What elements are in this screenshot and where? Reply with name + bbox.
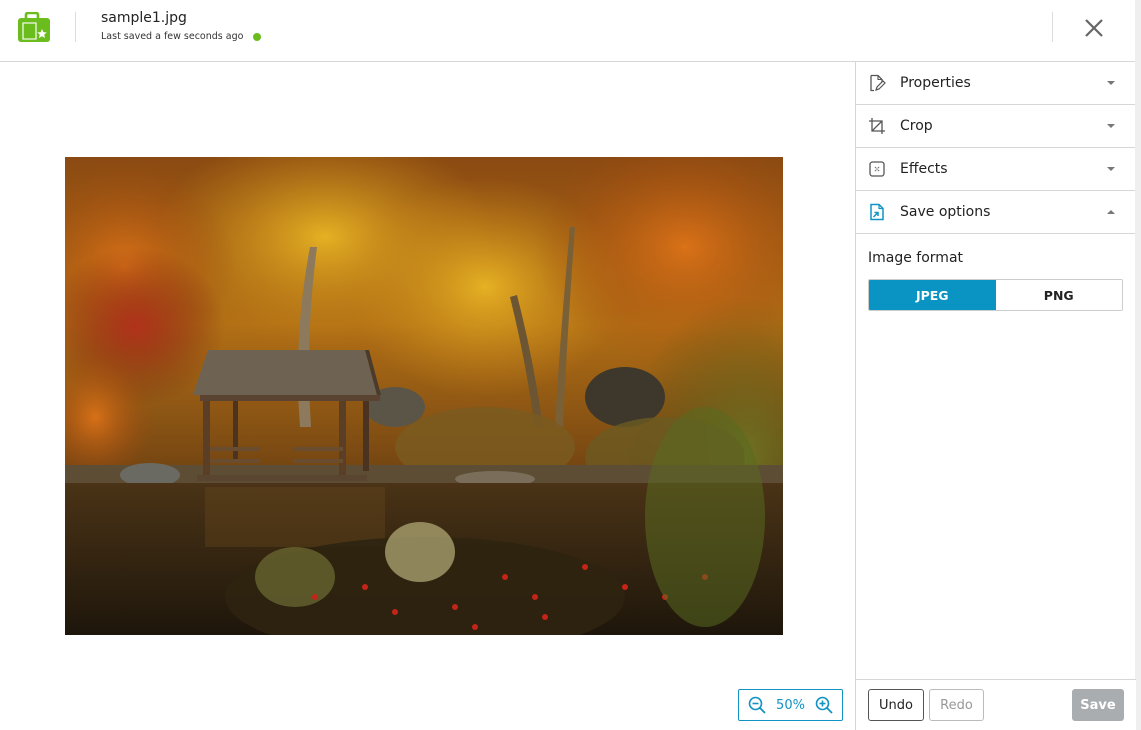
accordion-label: Save options xyxy=(900,204,991,220)
redo-button[interactable]: Redo xyxy=(929,689,984,721)
file-name: sample1.jpg xyxy=(101,10,187,26)
accordion-effects[interactable]: Effects xyxy=(856,148,1135,191)
edited-image[interactable] xyxy=(65,157,783,635)
scrollbar-track[interactable] xyxy=(1135,0,1141,730)
zoom-in-icon xyxy=(815,696,833,714)
accordion-label: Crop xyxy=(900,118,933,134)
image-format-label: Image format xyxy=(868,250,964,266)
header-divider-right xyxy=(1052,12,1053,42)
caret-down-icon xyxy=(1107,81,1115,85)
document-edit-icon xyxy=(867,73,887,93)
editor-header: sample1.jpg Last saved a few seconds ago xyxy=(0,0,1135,62)
close-icon xyxy=(1085,19,1103,37)
status-dot-icon xyxy=(253,32,262,41)
folder-star-icon xyxy=(17,11,51,43)
effects-icon xyxy=(867,159,887,179)
save-button[interactable]: Save xyxy=(1072,689,1124,721)
accordion-label: Properties xyxy=(900,75,971,91)
close-button[interactable] xyxy=(1079,13,1109,43)
caret-up-icon xyxy=(1107,210,1115,214)
zoom-in-button[interactable] xyxy=(814,695,834,715)
zoom-control: 50% xyxy=(738,689,843,721)
caret-down-icon xyxy=(1107,124,1115,128)
panel-footer: Undo Redo Save xyxy=(856,679,1136,730)
caret-down-icon xyxy=(1107,167,1115,171)
zoom-level: 50% xyxy=(776,697,805,713)
save-options-icon xyxy=(867,202,887,222)
save-status: Last saved a few seconds ago xyxy=(101,31,262,42)
zoom-out-button[interactable] xyxy=(747,695,767,715)
zoom-out-icon xyxy=(748,696,766,714)
save-options-panel: Image format JPEG PNG xyxy=(856,234,1135,311)
accordion-label: Effects xyxy=(900,161,948,177)
save-status-text: Last saved a few seconds ago xyxy=(101,31,244,42)
accordion-save-options[interactable]: Save options xyxy=(856,191,1135,234)
crop-icon xyxy=(867,116,887,136)
format-png-option[interactable]: PNG xyxy=(995,280,1122,310)
side-panel: Properties Crop Effects Save options Ima… xyxy=(855,62,1136,730)
accordion-crop[interactable]: Crop xyxy=(856,105,1135,148)
canvas-area: 50% xyxy=(0,62,855,730)
accordion-properties[interactable]: Properties xyxy=(856,62,1135,105)
header-divider xyxy=(75,12,76,42)
format-jpeg-option[interactable]: JPEG xyxy=(869,280,996,310)
undo-button[interactable]: Undo xyxy=(868,689,924,721)
image-format-toggle: JPEG PNG xyxy=(868,279,1123,311)
